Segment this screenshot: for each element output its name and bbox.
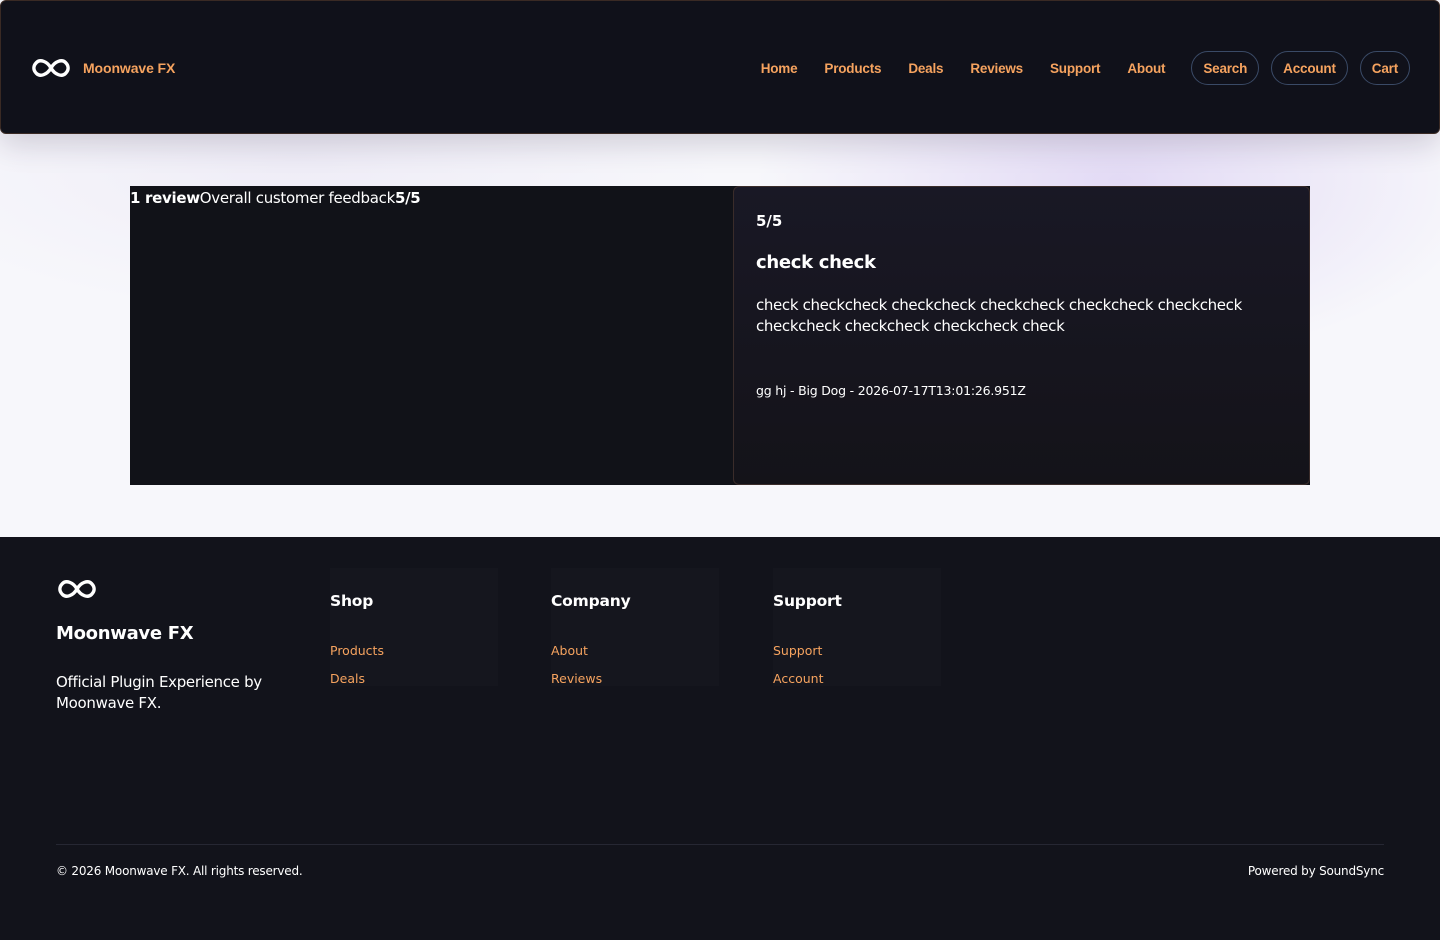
review-title: check check	[756, 252, 876, 273]
review-body: check checkcheck checkcheck checkcheck c…	[756, 296, 1242, 335]
review-caption: Overall customer feedback	[199, 189, 395, 207]
review-card: 5/5 check check check checkcheck checkch…	[733, 186, 1310, 485]
footer-column-company: Company About Reviews	[551, 568, 719, 686]
copyright-text: © 2026 Moonwave FX. All rights reserved.	[56, 864, 303, 878]
footer-link-reviews[interactable]: Reviews	[551, 671, 602, 686]
reviews-section: 1 reviewOverall customer feedback5/5 5/5…	[130, 186, 1310, 485]
review-meta: gg hj - Big Dog - 2026-07-17T13:01:26.95…	[756, 383, 1026, 398]
footer-link-deals[interactable]: Deals	[330, 671, 365, 686]
infinity-icon	[31, 56, 71, 80]
footer-column-shop: Shop Products Deals	[330, 568, 498, 686]
nav-support[interactable]: Support	[1050, 61, 1101, 76]
site-header: Moonwave FX Home Products Deals Reviews …	[0, 0, 1440, 134]
footer-brand-name: Moonwave FX	[56, 623, 194, 644]
footer-link-about[interactable]: About	[551, 643, 588, 658]
nav-home[interactable]: Home	[761, 61, 798, 76]
account-button[interactable]: Account	[1271, 51, 1348, 85]
brand-name: Moonwave FX	[83, 60, 176, 76]
footer-divider	[56, 844, 1384, 845]
search-button[interactable]: Search	[1191, 51, 1260, 85]
footer-link-support[interactable]: Support	[773, 643, 822, 658]
nav-deals[interactable]: Deals	[908, 61, 943, 76]
footer-heading: Shop	[330, 592, 374, 610]
cart-button[interactable]: Cart	[1359, 51, 1410, 85]
infinity-icon	[57, 577, 97, 605]
brand-link[interactable]: Moonwave FX	[31, 53, 175, 83]
nav-reviews[interactable]: Reviews	[970, 61, 1023, 76]
footer-link-account[interactable]: Account	[773, 671, 823, 686]
review-score: 5/5	[756, 212, 783, 230]
footer-heading: Company	[551, 592, 631, 610]
site-footer: Moonwave FX Official Plugin Experience b…	[0, 537, 1440, 940]
review-count: 1 review	[130, 189, 200, 207]
footer-column-support: Support Support Account	[773, 568, 941, 686]
nav-products[interactable]: Products	[824, 61, 881, 76]
main-nav: Home Products Deals Reviews Support Abou…	[761, 51, 1410, 85]
footer-link-products[interactable]: Products	[330, 643, 384, 658]
review-summary: 1 reviewOverall customer feedback5/5	[130, 189, 421, 207]
footer-tagline: Official Plugin Experience by Moonwave F…	[56, 673, 262, 712]
average-score: 5/5	[394, 189, 421, 207]
footer-heading: Support	[773, 592, 842, 610]
powered-by-text: Powered by SoundSync	[1247, 864, 1384, 878]
nav-about[interactable]: About	[1127, 61, 1165, 76]
